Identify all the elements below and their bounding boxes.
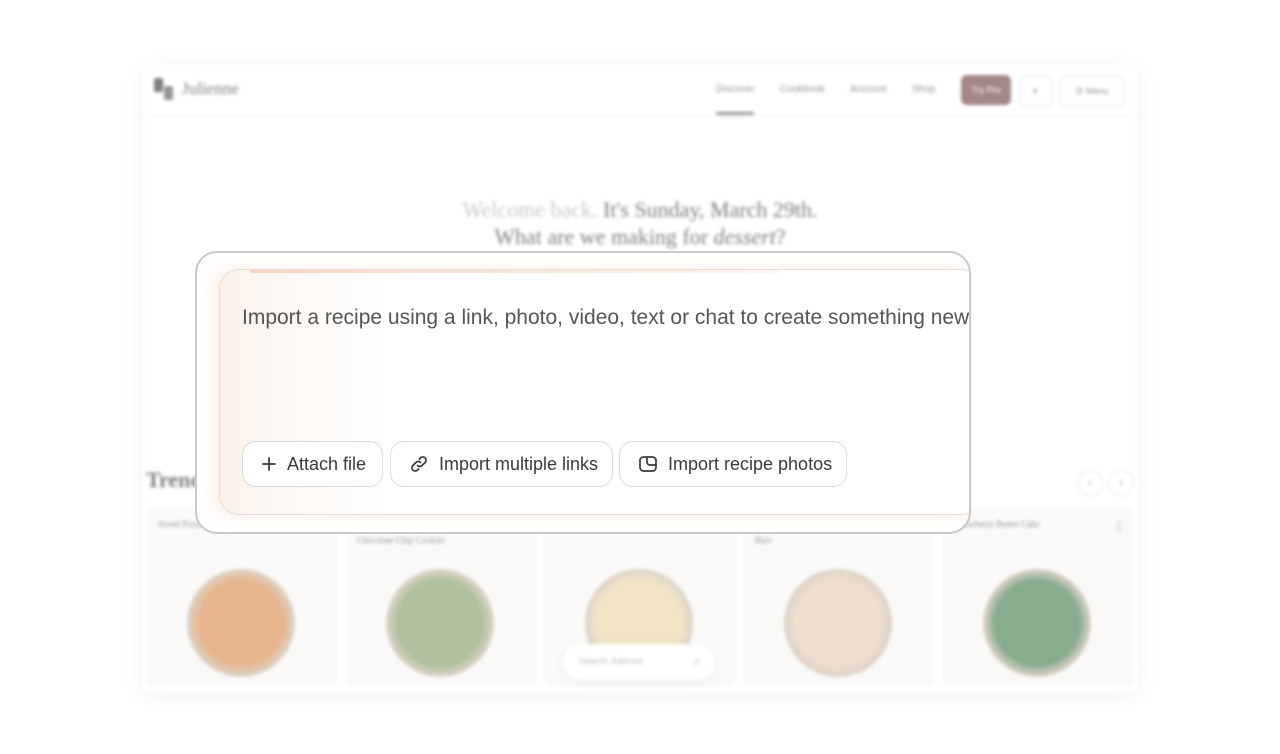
- welcome-date: It's Sunday, March 29th.: [602, 197, 818, 222]
- question-meal: dessert: [713, 224, 776, 249]
- nav-active-indicator: [716, 112, 754, 115]
- menu-button[interactable]: ☰ Menu: [1060, 75, 1124, 107]
- recipe-card-image: [784, 569, 892, 677]
- search-icon: ⌕: [693, 653, 701, 668]
- search-input[interactable]: Search Julienne: [579, 656, 644, 666]
- nav-account[interactable]: Account: [850, 84, 886, 95]
- plus-icon: [262, 457, 276, 471]
- top-navbar: Julienne Discover Cookbook Account Shop …: [142, 64, 1138, 117]
- welcome-line: Welcome back. It's Sunday, March 29th.: [142, 196, 1138, 223]
- try-pro-button[interactable]: Try Pro: [961, 75, 1011, 105]
- import-panel: Import a recipe using a link, photo, vid…: [195, 251, 971, 534]
- hamburger-icon: ☰: [1075, 86, 1087, 96]
- import-input-area[interactable]: Import a recipe using a link, photo, vid…: [219, 269, 969, 515]
- import-links-label: Import multiple links: [439, 453, 599, 474]
- nav-shop[interactable]: Shop: [912, 84, 935, 95]
- recipe-card[interactable]: Bars: [743, 507, 935, 687]
- julienne-logo: [154, 78, 174, 100]
- recipe-card[interactable]: Sweet Potato: [146, 507, 338, 687]
- recipe-card-title: Bars: [755, 535, 772, 545]
- attach-file-label: Attach file: [287, 453, 367, 474]
- search-bar[interactable]: Search Julienne ⌕: [563, 644, 715, 680]
- recipe-card-image: [386, 569, 494, 677]
- import-multiple-links-button[interactable]: Import multiple links: [390, 441, 613, 487]
- photos-icon: [639, 456, 657, 472]
- import-photos-label: Import recipe photos: [668, 453, 833, 474]
- recipe-card-title: Chocolate Chip Cookies: [357, 535, 445, 545]
- question-suffix: ?: [775, 224, 786, 249]
- attach-file-button[interactable]: Attach file: [242, 441, 383, 487]
- nav-discover[interactable]: Discover: [716, 84, 755, 95]
- import-recipe-photos-button[interactable]: Import recipe photos: [619, 441, 847, 487]
- carousel-prev-button[interactable]: ‹: [1077, 470, 1103, 496]
- recipe-card[interactable]: Strawberry Butter Cake ▯: [942, 507, 1134, 687]
- link-icon: [411, 456, 427, 472]
- question-line: What are we making for dessert?: [142, 223, 1138, 250]
- welcome-muted: Welcome back.: [462, 197, 598, 222]
- menu-label: Menu: [1086, 86, 1109, 96]
- recipe-card-image: [187, 569, 295, 677]
- glow-accent: [250, 270, 780, 273]
- recipe-card-image: [983, 569, 1091, 677]
- theme-toggle-icon[interactable]: ◐: [1019, 75, 1053, 107]
- carousel-next-button[interactable]: ›: [1108, 470, 1134, 496]
- recipe-card[interactable]: Chocolate Chip Cookies: [345, 507, 537, 687]
- bookmark-icon[interactable]: ▯: [1116, 519, 1122, 532]
- question-prefix: What are we making for: [494, 224, 709, 249]
- brand-name: Julienne: [182, 79, 239, 98]
- import-prompt[interactable]: Import a recipe using a link, photo, vid…: [242, 306, 969, 330]
- nav-cookbook[interactable]: Cookbook: [780, 84, 825, 95]
